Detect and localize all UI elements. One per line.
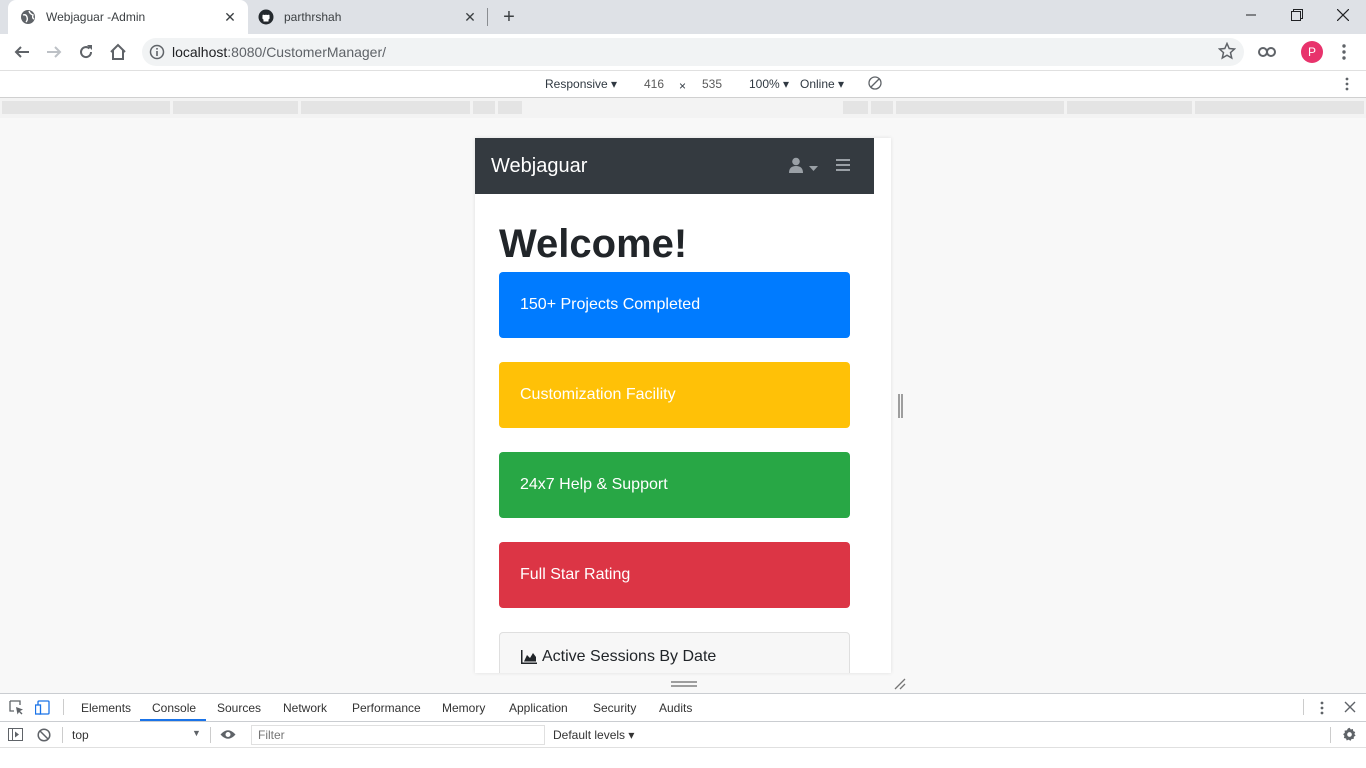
device-mode-select[interactable]: Responsive ▾ [545,77,617,91]
media-query-segment[interactable] [871,101,893,114]
tab-sources[interactable]: Sources [217,701,261,715]
toolbar-separator [1330,727,1331,743]
page-title: Welcome! [499,222,688,266]
resize-handle-bottom[interactable] [671,681,697,687]
toolbar-separator [63,699,64,715]
home-icon[interactable] [105,39,131,65]
info-icon[interactable] [142,44,172,60]
tab-strip: Webjaguar -Admin ✕ parthrshah ✕ + [0,0,1366,34]
bookmark-star-icon[interactable] [1217,41,1237,65]
media-query-segment[interactable] [896,101,1064,114]
caret-down-icon [809,159,818,177]
close-tab-icon[interactable]: ✕ [220,7,240,27]
media-query-segment[interactable] [173,101,298,114]
context-dropdown-icon[interactable]: ▼ [192,728,201,738]
profile-avatar[interactable]: P [1301,41,1323,63]
user-icon [788,157,804,178]
minimize-icon[interactable] [1228,0,1274,30]
navbar-brand[interactable]: Webjaguar [491,155,587,178]
card-customization: Customization Facility [499,362,850,428]
live-expression-eye-icon[interactable] [220,729,236,743]
toolbar-separator [1303,699,1304,715]
address-bar[interactable]: localhost:8080/CustomerManager/ [142,38,1244,66]
globe-icon [20,9,36,25]
tab-console[interactable]: Console [152,701,196,715]
media-query-bar [0,98,1366,118]
main-content: Welcome! 150+ Projects Completed Customi… [475,222,891,673]
tab-title: Webjaguar -Admin [46,10,146,24]
device-toolbar: Responsive ▾ 416 × 535 100% ▾ Online ▾ [0,70,1366,98]
browser-tab-active[interactable]: Webjaguar -Admin ✕ [8,0,248,34]
user-dropdown[interactable] [788,157,818,178]
card-active-sessions: Active Sessions By Date [499,632,850,673]
menu-kebab-icon[interactable] [1331,39,1357,65]
media-query-segment[interactable] [1067,101,1192,114]
device-toggle-icon[interactable] [34,700,50,718]
rotate-icon[interactable] [868,76,882,93]
back-icon[interactable] [9,39,35,65]
zoom-select[interactable]: 100% ▾ [749,77,789,91]
devtools-tabbar: Elements Console Sources Network Perform… [0,694,1366,722]
throttling-select[interactable]: Online ▾ [800,77,844,91]
resize-handle-right[interactable] [898,394,903,418]
card-support: 24x7 Help & Support [499,452,850,518]
card-projects: 150+ Projects Completed [499,272,850,338]
toolbar-separator [62,727,63,743]
close-window-icon[interactable] [1320,0,1366,30]
tab-application[interactable]: Application [509,701,568,715]
navbar: Webjaguar [475,138,874,194]
forward-icon[interactable] [41,39,67,65]
media-query-segment[interactable] [301,101,470,114]
browser-tab-inactive[interactable]: parthrshah ✕ [248,0,488,34]
console-filter-input[interactable]: Filter [251,725,545,745]
tab-title: parthrshah [284,10,342,24]
tab-security[interactable]: Security [593,701,636,715]
media-query-segment[interactable] [1195,101,1364,114]
devtools-menu-icon[interactable] [1320,701,1324,718]
reload-icon[interactable] [73,39,99,65]
width-input[interactable]: 416 [631,75,677,93]
console-toolbar: top ▼ Filter Default levels ▾ [0,722,1366,748]
height-input[interactable]: 535 [689,75,735,93]
tab-separator [487,8,488,26]
close-tab-icon[interactable]: ✕ [460,7,480,27]
log-levels-select[interactable]: Default levels ▾ [553,728,634,742]
dimension-separator: × [679,79,687,93]
url-text: localhost:8080/CustomerManager/ [172,44,387,60]
media-query-segment[interactable] [2,101,170,114]
devtools-panel: Elements Console Sources Network Perform… [0,693,1366,768]
tab-elements[interactable]: Elements [81,701,131,715]
card-header-text: Active Sessions By Date [542,648,717,665]
hamburger-menu-icon[interactable] [836,158,850,177]
new-tab-icon[interactable]: + [498,6,520,28]
area-chart-icon [521,650,537,669]
close-devtools-icon[interactable] [1344,701,1356,716]
more-options-icon[interactable] [1345,77,1349,94]
media-query-segment[interactable] [843,101,868,114]
inspect-element-icon[interactable] [9,700,24,718]
clear-console-icon[interactable] [37,728,51,745]
media-query-segment[interactable] [473,101,495,114]
settings-gear-icon[interactable] [1342,727,1357,745]
context-selector[interactable]: top [72,728,89,742]
device-viewport: Webjaguar Welcome! 150+ Projects Complet… [475,138,891,673]
tab-memory[interactable]: Memory [442,701,485,715]
tab-performance[interactable]: Performance [352,701,421,715]
active-tab-indicator [140,719,206,721]
tab-audits[interactable]: Audits [659,701,692,715]
card-rating: Full Star Rating [499,542,850,608]
tab-network[interactable]: Network [283,701,327,715]
browser-toolbar: localhost:8080/CustomerManager/ P [0,34,1366,70]
toolbar-separator [210,727,211,743]
incognito-extension-icon[interactable] [1254,39,1280,65]
show-sidebar-icon[interactable] [8,728,23,744]
media-query-segment[interactable] [498,101,522,114]
github-icon [258,9,274,25]
restore-icon[interactable] [1274,0,1320,30]
